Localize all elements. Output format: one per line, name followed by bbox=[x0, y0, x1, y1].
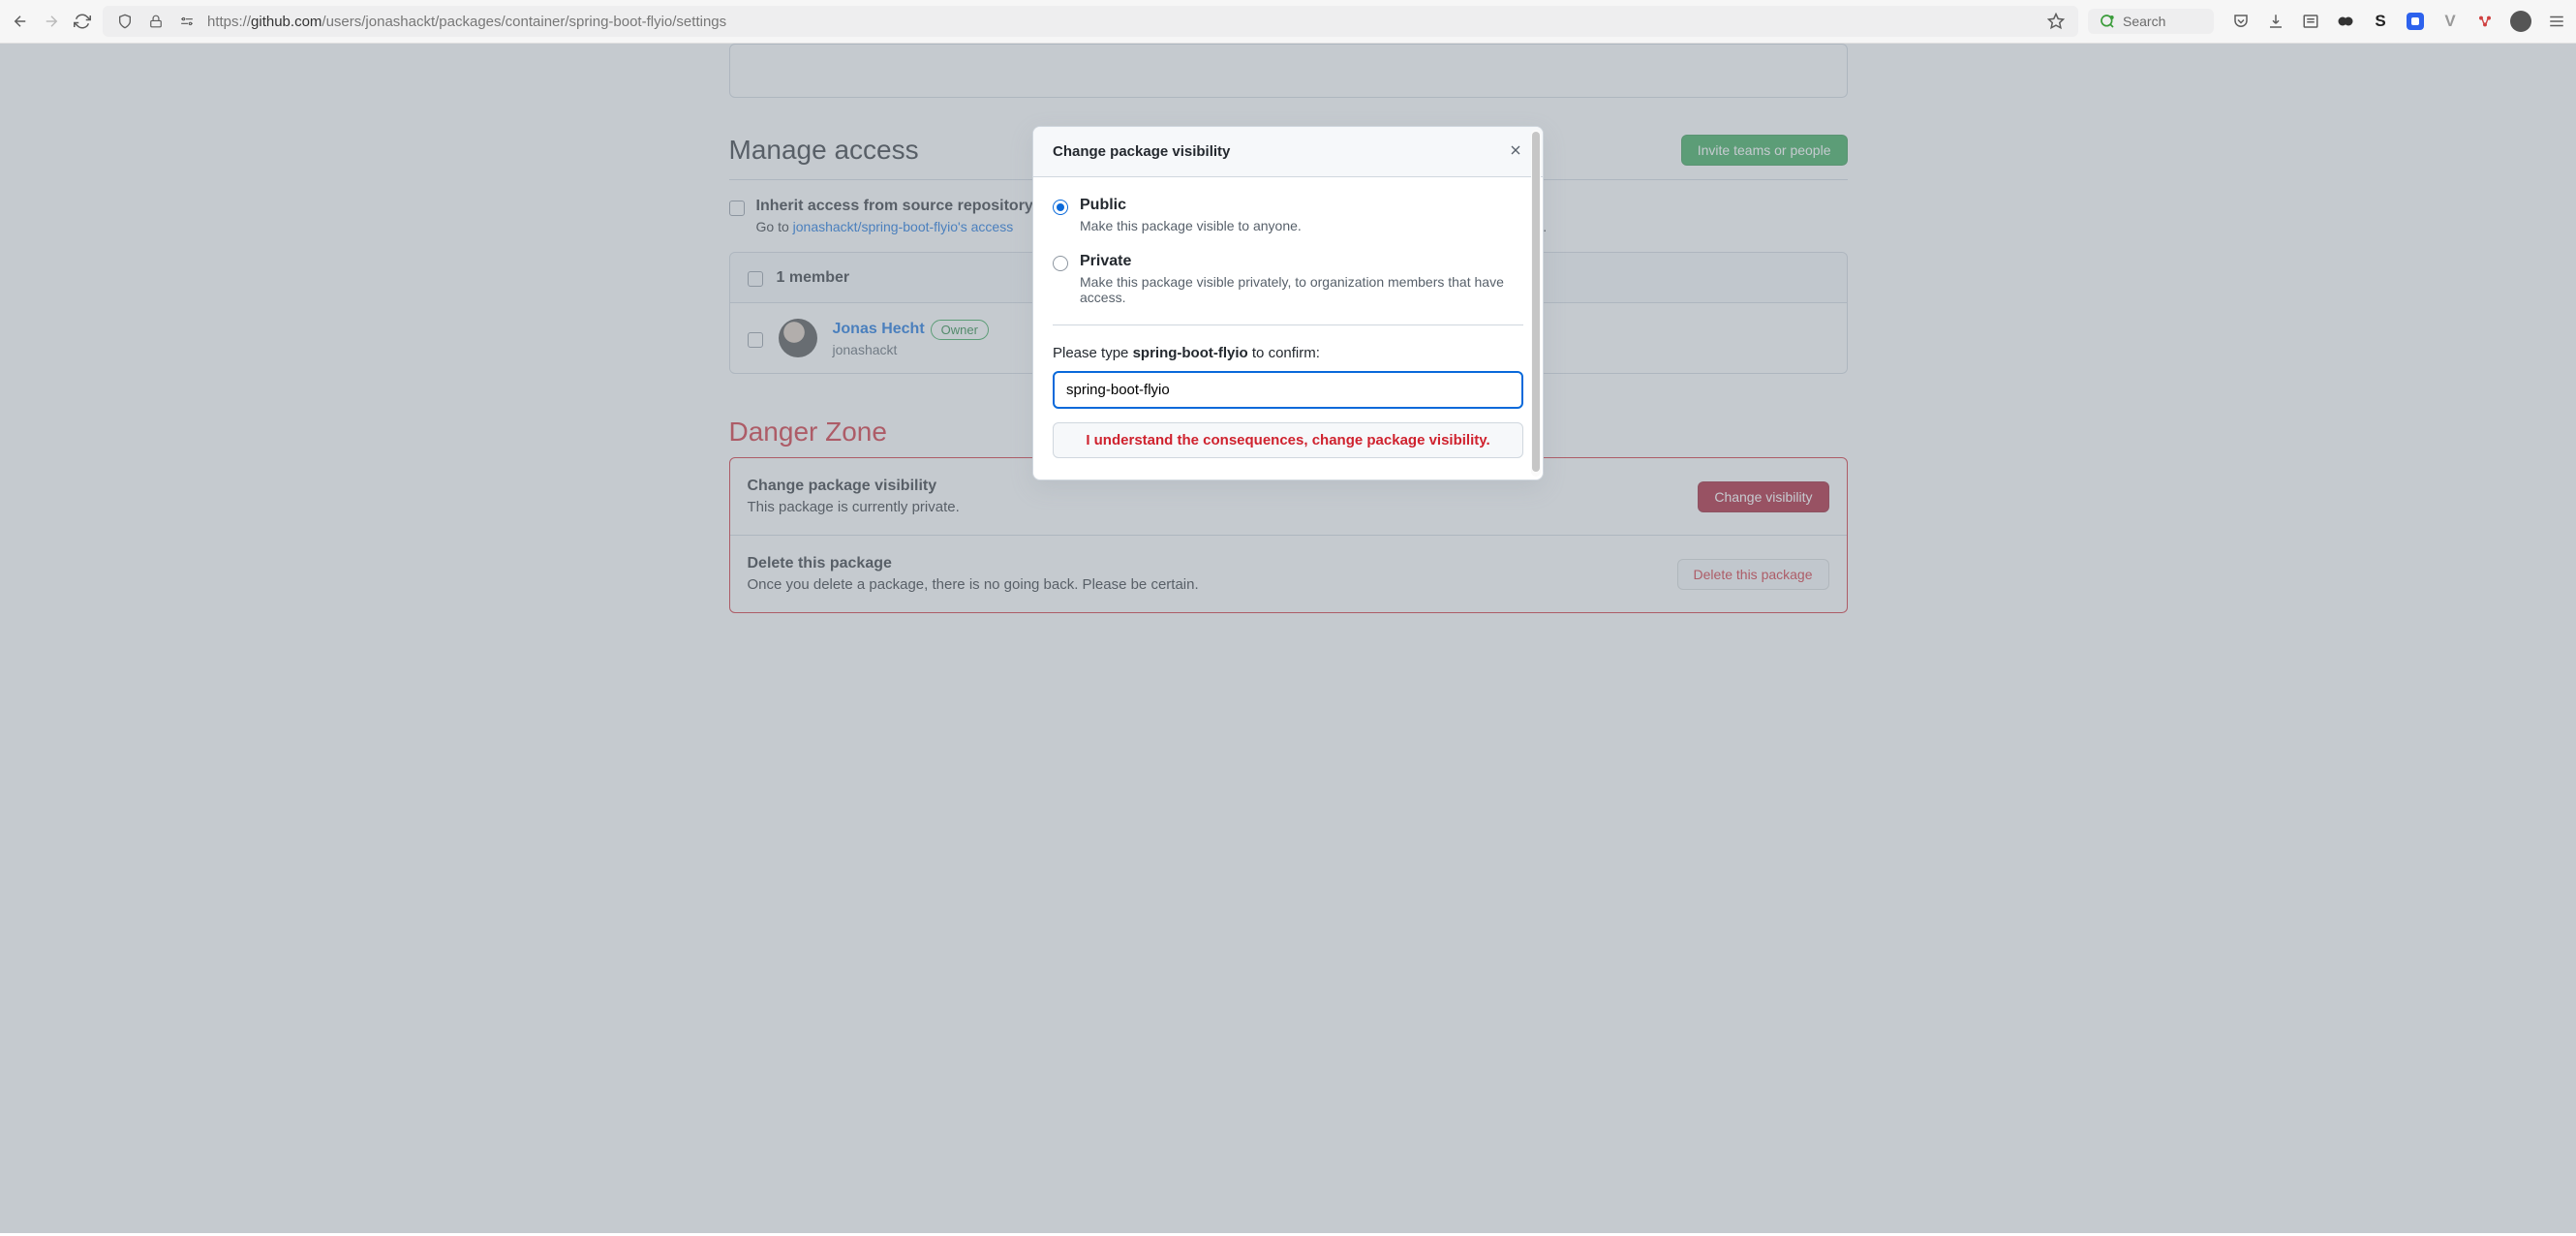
private-label: Private bbox=[1080, 253, 1523, 270]
pocket-icon[interactable] bbox=[2231, 12, 2251, 31]
modal-title: Change package visibility bbox=[1053, 143, 1230, 160]
browser-search[interactable]: Search bbox=[2088, 9, 2214, 34]
modal-scrollbar[interactable] bbox=[1531, 130, 1541, 477]
radio-public[interactable] bbox=[1053, 200, 1068, 215]
forward-button[interactable] bbox=[41, 11, 62, 32]
extension-icon-2[interactable]: S bbox=[2371, 12, 2390, 31]
reader-icon[interactable] bbox=[2301, 12, 2320, 31]
download-icon[interactable] bbox=[2266, 12, 2285, 31]
search-icon bbox=[2100, 14, 2115, 29]
close-icon[interactable] bbox=[1508, 142, 1523, 161]
search-placeholder: Search bbox=[2123, 14, 2165, 29]
url-text: https://github.com/users/jonashackt/pack… bbox=[207, 14, 2036, 30]
address-bar[interactable]: https://github.com/users/jonashackt/pack… bbox=[103, 6, 2078, 37]
extension-icon-5[interactable] bbox=[2475, 12, 2495, 31]
extension-icon-1[interactable] bbox=[2336, 12, 2355, 31]
extension-icon-4[interactable]: V bbox=[2440, 12, 2460, 31]
back-button[interactable] bbox=[10, 11, 31, 32]
public-desc: Make this package visible to anyone. bbox=[1080, 218, 1302, 233]
change-visibility-modal: Change package visibility Public Make th… bbox=[1032, 126, 1544, 480]
confirm-instruction: Please type spring-boot-flyio to confirm… bbox=[1053, 345, 1523, 361]
settings-toggle-icon bbox=[176, 11, 198, 32]
confirm-input[interactable] bbox=[1053, 371, 1523, 409]
menu-icon[interactable] bbox=[2547, 12, 2566, 31]
modal-divider bbox=[1053, 324, 1523, 325]
private-desc: Make this package visible privately, to … bbox=[1080, 274, 1523, 305]
profile-avatar[interactable] bbox=[2510, 11, 2531, 32]
public-label: Public bbox=[1080, 197, 1302, 214]
visibility-option-private[interactable]: Private Make this package visible privat… bbox=[1053, 253, 1523, 305]
confirm-change-button[interactable]: I understand the consequences, change pa… bbox=[1053, 422, 1523, 458]
shield-icon bbox=[114, 11, 136, 32]
reload-button[interactable] bbox=[72, 11, 93, 32]
lock-icon bbox=[145, 11, 167, 32]
extension-icon-3[interactable] bbox=[2406, 12, 2425, 31]
radio-private[interactable] bbox=[1053, 256, 1068, 271]
bookmark-star-icon[interactable] bbox=[2045, 11, 2067, 32]
visibility-option-public[interactable]: Public Make this package visible to anyo… bbox=[1053, 197, 1523, 233]
